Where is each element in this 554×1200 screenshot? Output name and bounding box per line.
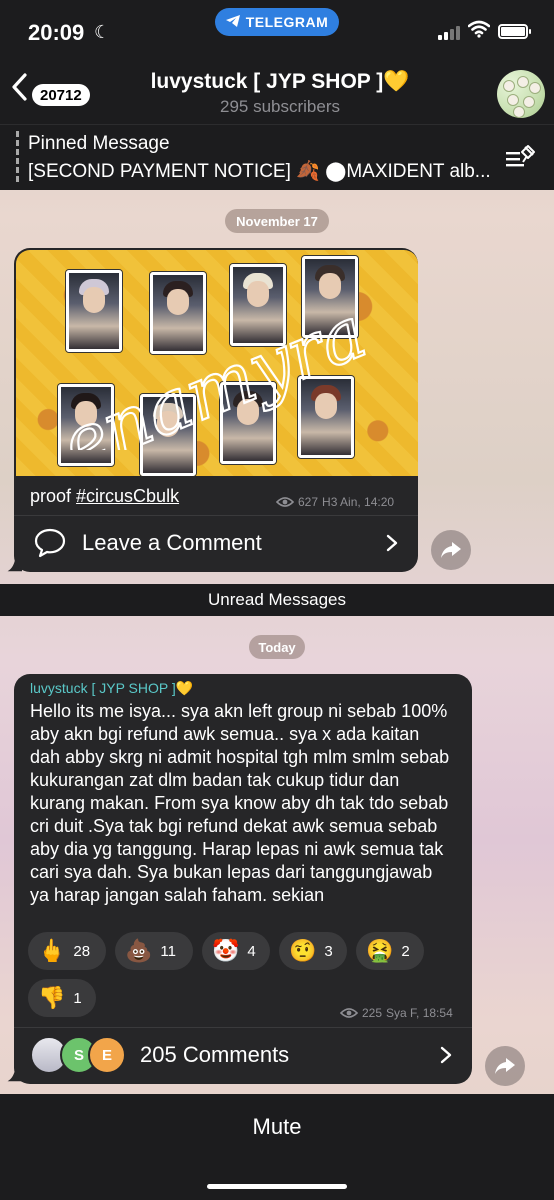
reaction-emoji-icon: 👎	[38, 985, 66, 1010]
status-bar: 20:09 ☾ TELEGRAM	[0, 0, 554, 60]
battery-tip	[529, 29, 531, 34]
pinned-indicator	[16, 131, 19, 185]
reaction-count: 11	[160, 942, 176, 960]
view-count: 225	[362, 1006, 383, 1020]
reaction-emoji-icon: 🤮	[366, 938, 394, 963]
message-meta: 225 Sya F, 18:54	[340, 1006, 453, 1020]
pinned-list-icon[interactable]	[506, 144, 536, 177]
battery-icon	[498, 24, 528, 39]
comment-divider	[14, 1027, 472, 1028]
unread-messages-divider: Unread Messages	[0, 584, 554, 616]
watermark-text: enamyra	[50, 300, 376, 450]
unread-count-badge[interactable]: 20712	[32, 84, 90, 106]
reaction-count: 3	[324, 942, 333, 960]
comments-button[interactable]: 205 Comments	[140, 1038, 460, 1072]
signature-time: H3 Ain, 14:20	[322, 495, 395, 509]
wifi-icon	[467, 20, 491, 43]
reaction-emoji-icon: 🤡	[212, 938, 240, 963]
chevron-right-icon	[440, 1046, 452, 1064]
telegram-pill-label: TELEGRAM	[245, 14, 329, 30]
chat-header: 20712 luvystuck [ JYP SHOP ]💛 295 subscr…	[0, 60, 554, 124]
reaction-chip[interactable]: 🖕 28	[28, 932, 106, 970]
share-button[interactable]	[485, 1046, 525, 1086]
telegram-pill[interactable]: TELEGRAM	[215, 8, 339, 36]
reaction-count: 28	[73, 942, 91, 960]
telegram-plane-icon	[225, 14, 240, 30]
moon-icon: ☾	[94, 22, 111, 42]
channel-title[interactable]: luvystuck [ JYP SHOP ]💛	[130, 70, 430, 94]
reaction-count: 4	[247, 942, 256, 960]
pinned-title: Pinned Message	[28, 133, 170, 154]
leave-comment-label: Leave a Comment	[82, 530, 262, 555]
message-meta: 627 H3 Ain, 14:20	[276, 495, 394, 509]
reaction-emoji-icon: 💩	[125, 938, 153, 963]
pinned-message-bar[interactable]: Pinned Message [SECOND PAYMENT NOTICE] 🍂…	[0, 124, 554, 190]
message-author[interactable]: luvystuck [ JYP SHOP ]💛	[30, 680, 193, 697]
cell-signal-icon	[438, 26, 460, 40]
reaction-chip[interactable]: 🤡 4	[202, 932, 270, 970]
reaction-emoji-icon: 🖕	[38, 938, 66, 963]
commenter-avatar: E	[88, 1036, 126, 1074]
mute-button[interactable]: Mute	[0, 1114, 554, 1140]
channel-avatar[interactable]	[497, 70, 545, 118]
reaction-chip[interactable]: 👎 1	[28, 979, 96, 1017]
reaction-emoji-icon: 🤨	[289, 938, 317, 963]
date-separator: November 17	[225, 209, 329, 233]
reaction-count: 2	[401, 942, 410, 960]
leave-comment-button[interactable]: Leave a Comment	[34, 526, 404, 560]
photo-watermark: enamyra	[49, 300, 378, 450]
caption-text: proof	[30, 486, 77, 506]
reaction-chip[interactable]: 🤮 2	[356, 932, 424, 970]
views-eye-icon	[276, 497, 294, 507]
hashtag-link[interactable]: #circusCbulk	[76, 486, 179, 506]
reaction-chip[interactable]: 🤨 3	[279, 932, 347, 970]
chevron-right-icon	[386, 534, 398, 552]
view-count: 627	[298, 495, 319, 509]
home-indicator[interactable]	[207, 1184, 347, 1189]
comments-count-label: 205 Comments	[140, 1042, 290, 1067]
subscriber-count: 295 subscribers	[219, 97, 340, 116]
commenter-avatars: S E	[30, 1036, 130, 1076]
date-separator: Today	[249, 635, 305, 659]
comment-bubble-icon	[34, 528, 66, 558]
signature-time: Sya F, 18:54	[386, 1006, 453, 1020]
pinned-text: [SECOND PAYMENT NOTICE] 🍂 ⬤MAXIDENT alb.…	[28, 161, 491, 182]
message-text: Hello its me isya... sya akn left group …	[30, 701, 450, 905]
reaction-chip[interactable]: 💩 11	[115, 932, 193, 970]
comment-divider	[14, 515, 418, 516]
back-chevron-icon[interactable]	[10, 72, 28, 107]
share-button[interactable]	[431, 530, 471, 570]
photo-caption: proof #circusCbulk	[30, 486, 179, 507]
clock: 20:09	[28, 20, 85, 45]
reaction-count: 1	[73, 989, 82, 1007]
share-arrow-icon	[495, 1058, 515, 1074]
bottom-bar: Mute	[0, 1094, 554, 1200]
views-eye-icon	[340, 1008, 358, 1018]
share-arrow-icon	[441, 542, 461, 558]
